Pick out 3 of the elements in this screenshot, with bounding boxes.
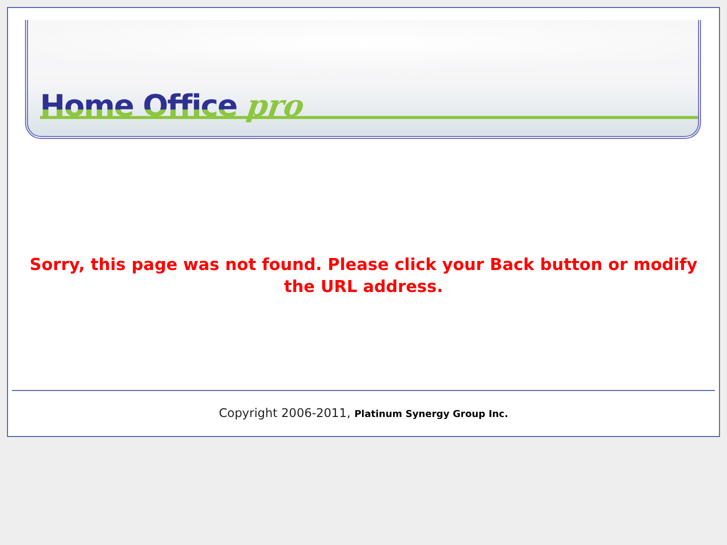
logo-suffix: pro xyxy=(244,92,306,122)
copyright-text: Copyright 2006-2011, Platinum Synergy Group Inc. xyxy=(218,404,510,422)
error-message: Sorry, this page was not found. Please click your Back button or modify the URL address. xyxy=(28,254,698,298)
